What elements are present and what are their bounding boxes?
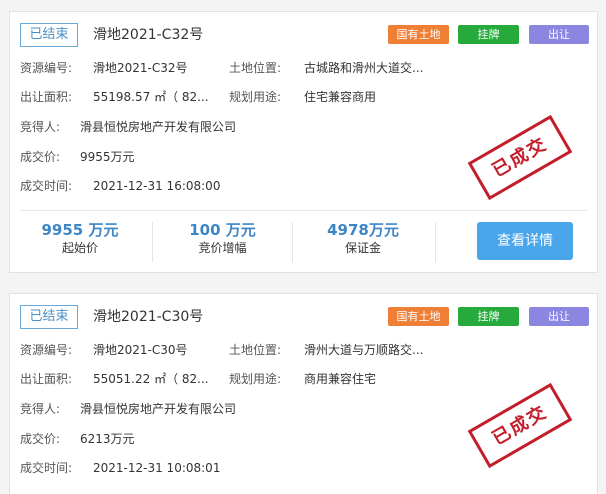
area-label: 出让面积: — [20, 372, 73, 386]
stat-separator — [435, 222, 436, 262]
divider — [20, 210, 587, 211]
area-value: 55198.57 ㎡（ 82... — [93, 90, 209, 104]
area-label: 出让面积: — [20, 90, 73, 104]
usage-label: 规划用途: — [229, 372, 282, 386]
stat-label: 竞价增幅 — [198, 241, 247, 255]
usage-value: 商用兼容住宅 — [304, 372, 377, 386]
tag-listing: 挂牌 — [458, 307, 519, 326]
tag-state-land: 国有土地 — [388, 307, 449, 326]
view-details-button[interactable]: 查看详情 — [477, 222, 573, 260]
listing-card: 已结束 滑地2021-C30号 国有土地 挂牌 出让 资源编号: 滑地2021-… — [9, 293, 598, 494]
stat-bid-increment: 100 万元 竞价增幅 — [155, 221, 290, 257]
location-value: 滑州大道与万顺路交... — [304, 343, 424, 357]
stat-value: 4978万元 — [327, 221, 399, 239]
winner-value: 滑县恒悦房地产开发有限公司 — [80, 402, 237, 416]
time-value: 2021-12-31 10:08:01 — [93, 461, 221, 475]
time-value: 2021-12-31 16:08:00 — [93, 179, 221, 193]
stat-starting-price: 9955 万元 起始价 — [20, 221, 140, 257]
resource-no-value: 滑地2021-C32号 — [93, 61, 188, 75]
status-badge: 已结束 — [20, 23, 78, 47]
winner-value: 滑县恒悦房地产开发有限公司 — [80, 120, 237, 134]
price-label: 成交价: — [20, 432, 61, 446]
location-value: 古城路和滑州大道交... — [304, 61, 424, 75]
tag-transfer: 出让 — [529, 307, 589, 326]
location-label: 土地位置: — [229, 343, 282, 357]
sold-stamp: 已成交 — [467, 382, 573, 469]
stat-deposit: 4978万元 保证金 — [293, 221, 433, 257]
resource-no-value: 滑地2021-C30号 — [93, 343, 188, 357]
price-value: 6213万元 — [80, 432, 135, 446]
time-label: 成交时间: — [20, 461, 73, 475]
price-value: 9955万元 — [80, 150, 135, 164]
stat-label: 起始价 — [61, 241, 98, 255]
area-value: 55051.22 ㎡（ 82... — [93, 372, 209, 386]
stat-separator — [152, 222, 153, 262]
usage-value: 住宅兼容商用 — [304, 90, 377, 104]
stat-label: 保证金 — [344, 241, 381, 255]
listing-title[interactable]: 滑地2021-C32号 — [93, 23, 203, 47]
resource-no-label: 资源编号: — [20, 61, 73, 75]
price-label: 成交价: — [20, 150, 61, 164]
tag-transfer: 出让 — [529, 25, 589, 44]
winner-label: 竞得人: — [20, 402, 61, 416]
stat-value: 100 万元 — [189, 221, 256, 239]
usage-label: 规划用途: — [229, 90, 282, 104]
tag-state-land: 国有土地 — [388, 25, 449, 44]
listing-card: 已结束 滑地2021-C32号 国有土地 挂牌 出让 资源编号: 滑地2021-… — [9, 11, 598, 273]
listing-title[interactable]: 滑地2021-C30号 — [93, 305, 203, 329]
resource-no-label: 资源编号: — [20, 343, 73, 357]
tag-listing: 挂牌 — [458, 25, 519, 44]
stat-value: 9955 万元 — [41, 221, 119, 239]
time-label: 成交时间: — [20, 179, 73, 193]
winner-label: 竞得人: — [20, 120, 61, 134]
status-badge: 已结束 — [20, 305, 78, 329]
location-label: 土地位置: — [229, 61, 282, 75]
sold-stamp: 已成交 — [467, 114, 573, 201]
